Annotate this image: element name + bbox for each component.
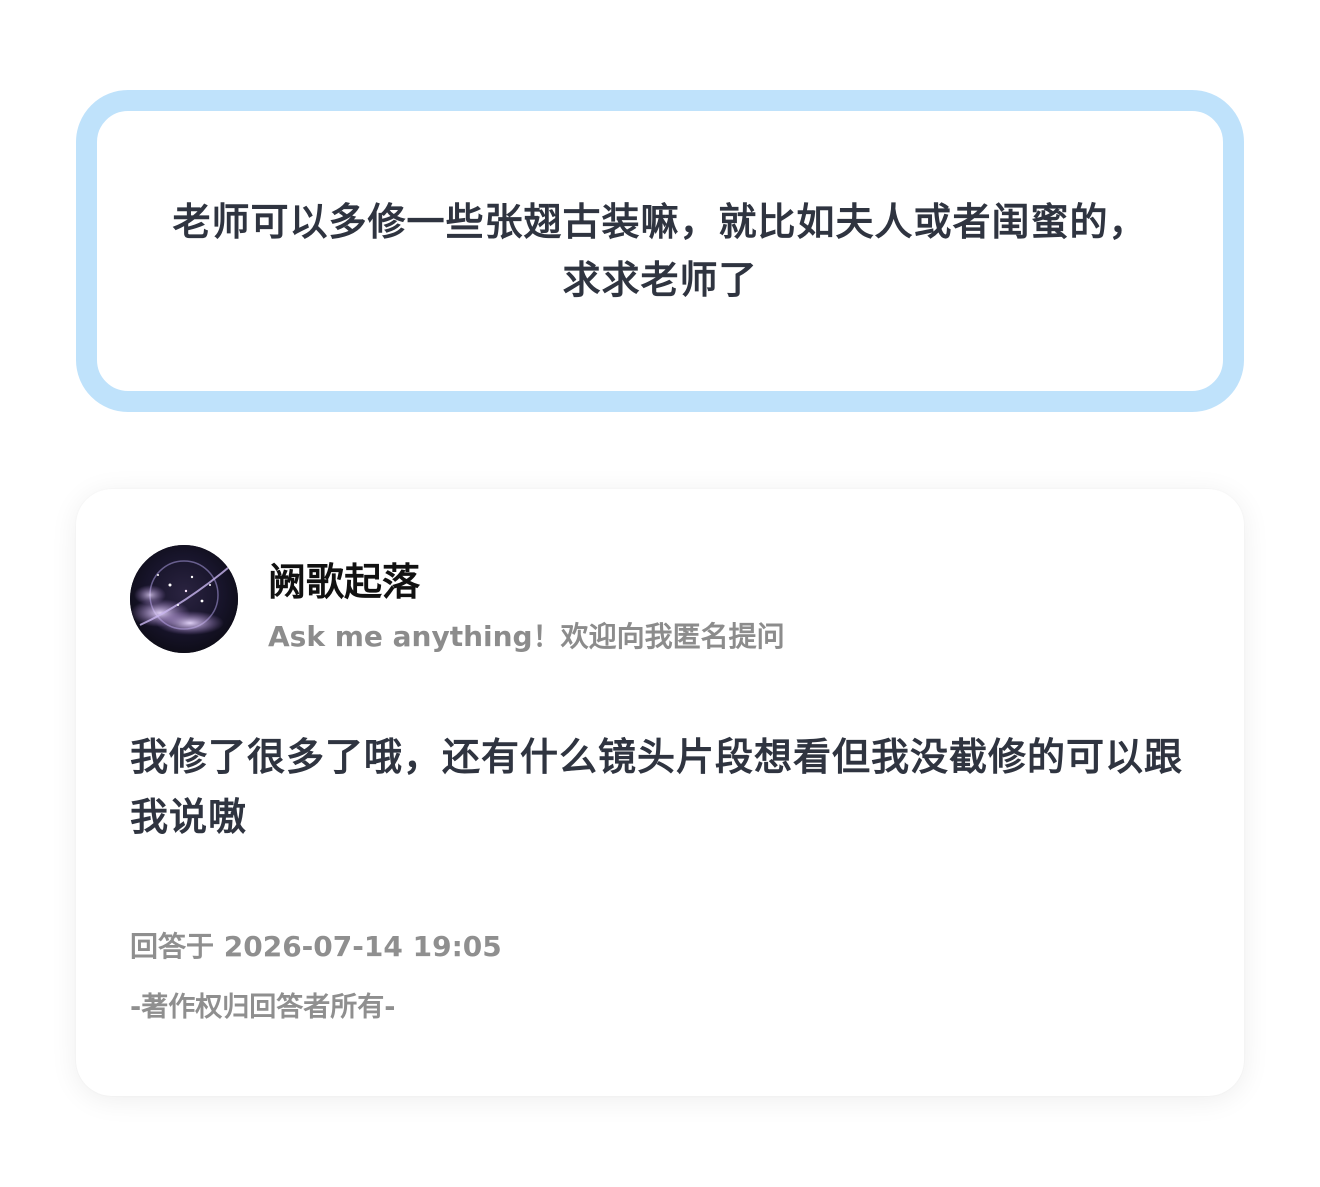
avatar[interactable]: [130, 545, 238, 653]
copyright-notice: -著作权归回答者所有-: [130, 992, 396, 1023]
question-text: 老师可以多修一些张翅古装嘛，就比如夫人或者闺蜜的，求求老师了: [172, 200, 1148, 302]
question-card: 老师可以多修一些张翅古装嘛，就比如夫人或者闺蜜的，求求老师了: [76, 90, 1244, 412]
author-bio: Ask me anything！欢迎向我匿名提问: [268, 620, 785, 653]
answered-timestamp: 回答于 2026-07-14 19:05: [130, 930, 502, 963]
galaxy-avatar-icon: [130, 545, 238, 653]
author-name[interactable]: 阙歌起落: [268, 551, 420, 606]
answer-text: 我修了很多了哦，还有什么镜头片段想看但我没截修的可以跟我说嗷: [130, 735, 1184, 839]
answer-card: 阙歌起落 Ask me anything！欢迎向我匿名提问 我修了很多了哦，还有…: [76, 489, 1244, 1096]
